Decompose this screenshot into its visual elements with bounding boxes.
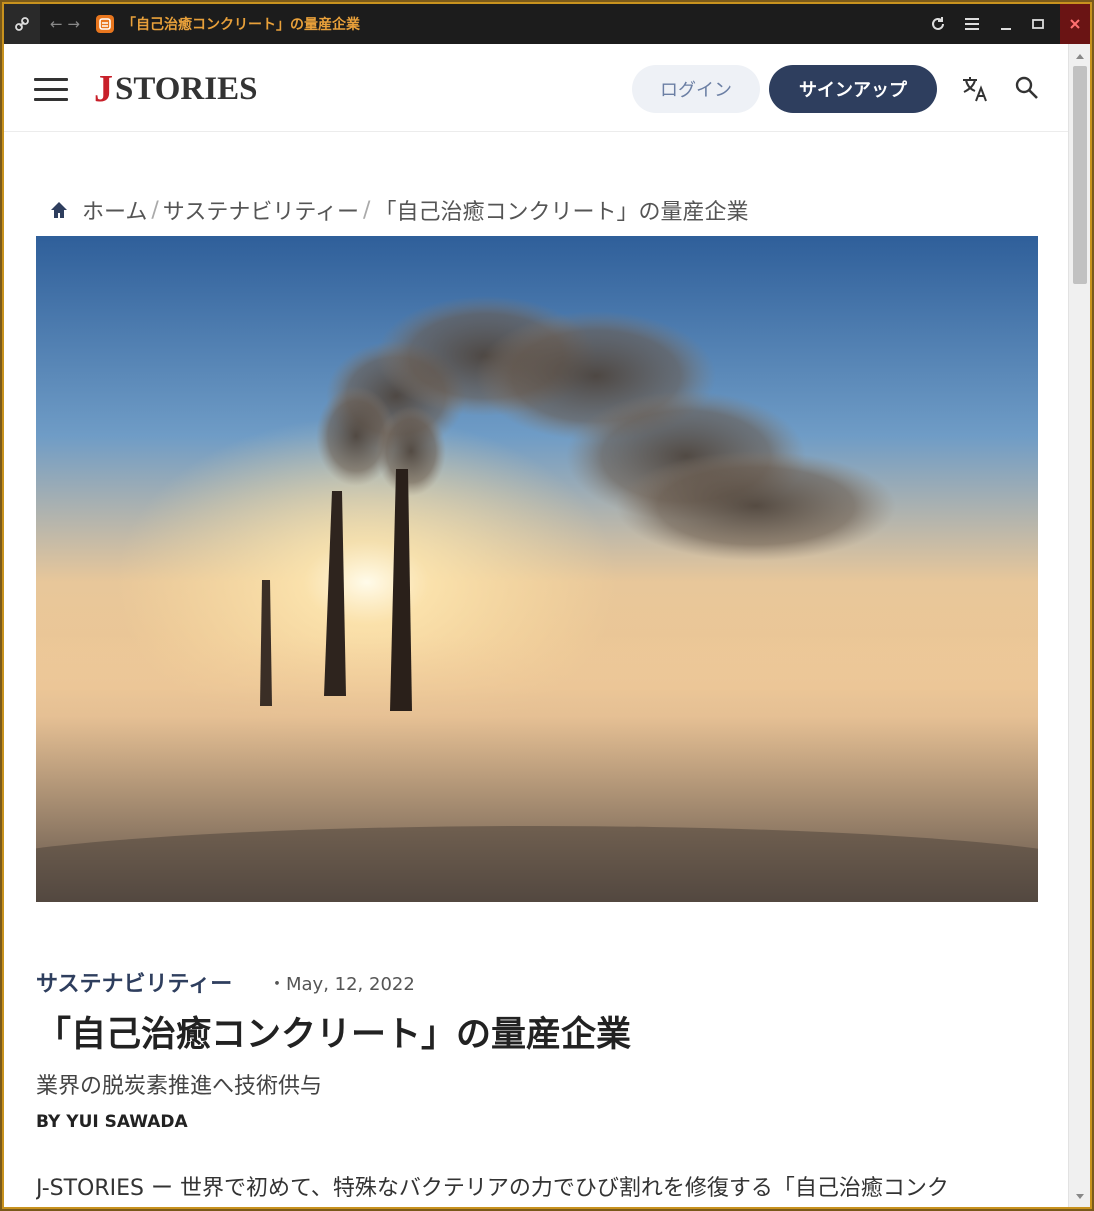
maximize-icon[interactable] [1026, 4, 1050, 44]
site-header: J STORIES ログイン サインアップ [4, 44, 1068, 132]
article-lead-paragraph: J-STORIES ー 世界で初めて、特殊なバクテリアの力でひび割れを修復する「… [36, 1176, 949, 1201]
browser-window: ← → 「自己治癒コンクリート」の量産企業 J STORIES ログイン サイン… [2, 2, 1092, 1209]
site-favicon-icon [96, 15, 114, 33]
link-icon[interactable] [4, 4, 40, 44]
breadcrumb: ホーム / サステナビリティー / 「自己治癒コンクリート」の量産企業 [48, 194, 748, 226]
page-viewport: J STORIES ログイン サインアップ ホーム / サステナビリティー / 「 [4, 44, 1090, 1207]
login-button[interactable]: ログイン [632, 65, 760, 113]
forward-arrow-icon[interactable]: → [67, 15, 80, 33]
back-arrow-icon[interactable]: ← [50, 15, 63, 33]
article-subtitle: 業界の脱炭素推進へ技術供与 [36, 1074, 323, 1099]
article-byline: BY YUI SAWADA [36, 1112, 188, 1132]
article-date: ・May, 12, 2022 [268, 974, 415, 995]
article-category[interactable]: サステナビリティー [36, 966, 232, 998]
signup-button[interactable]: サインアップ [769, 65, 937, 113]
translate-icon[interactable] [960, 74, 990, 104]
scroll-down-arrow-icon[interactable] [1069, 1189, 1090, 1205]
hero-image [36, 236, 1038, 902]
reload-icon[interactable] [926, 4, 950, 44]
minimize-icon[interactable] [994, 4, 1018, 44]
article-title: 「自己治癒コンクリート」の量産企業 [36, 1015, 632, 1055]
menu-icon[interactable] [960, 4, 984, 44]
active-tab[interactable]: 「自己治癒コンクリート」の量産企業 [96, 10, 360, 38]
close-icon[interactable] [1060, 4, 1090, 44]
breadcrumb-separator: / [151, 197, 159, 223]
tab-title: 「自己治癒コンクリート」の量産企業 [122, 17, 360, 33]
scrollbar-thumb[interactable] [1073, 66, 1087, 284]
breadcrumb-current: 「自己治癒コンクリート」の量産企業 [374, 200, 749, 225]
jstories-logo[interactable]: J STORIES [94, 66, 257, 112]
scroll-up-arrow-icon[interactable] [1069, 48, 1090, 64]
breadcrumb-home[interactable]: ホーム [82, 194, 147, 226]
vertical-scrollbar[interactable] [1068, 44, 1090, 1207]
search-icon[interactable] [1014, 75, 1040, 101]
breadcrumb-separator: / [363, 197, 371, 223]
home-icon[interactable] [48, 199, 70, 221]
breadcrumb-category[interactable]: サステナビリティー [163, 194, 359, 226]
hamburger-menu-icon[interactable] [34, 78, 68, 102]
title-bar: ← → 「自己治癒コンクリート」の量産企業 [4, 4, 1090, 44]
back-forward-nav[interactable]: ← → [40, 4, 90, 44]
